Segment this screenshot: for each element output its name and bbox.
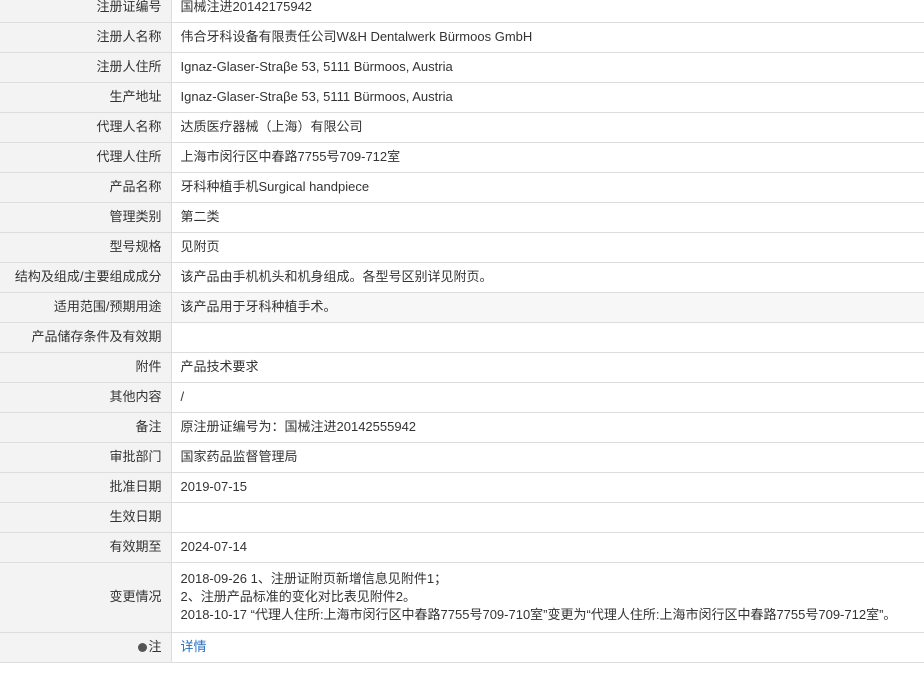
row-value: 达质医疗器械（上海）有限公司: [171, 112, 924, 143]
table-row: 注册人住所 Ignaz-Glaser-Straβe 53, 5111 Bürmo…: [0, 52, 924, 83]
table-row: 注册人名称 伟合牙科设备有限责任公司W&H Dentalwerk Bürmoos…: [0, 22, 924, 53]
row-label: 结构及组成/主要组成成分: [0, 262, 172, 293]
row-label: 管理类别: [0, 202, 172, 233]
row-value: 伟合牙科设备有限责任公司W&H Dentalwerk Bürmoos GmbH: [171, 22, 924, 53]
table-row: 结构及组成/主要组成成分 该产品由手机机头和机身组成。各型号区别详见附页。: [0, 262, 924, 293]
row-label: 代理人住所: [0, 142, 172, 173]
table-row: 附件 产品技术要求: [0, 352, 924, 383]
row-label: 注册人名称: [0, 22, 172, 53]
row-value: /: [171, 382, 924, 413]
row-value: Ignaz-Glaser-Straβe 53, 5111 Bürmoos, Au…: [171, 82, 924, 113]
row-value: 该产品由手机机头和机身组成。各型号区别详见附页。: [171, 262, 924, 293]
row-value: [171, 502, 924, 533]
row-value: 第二类: [171, 202, 924, 233]
row-label: 生效日期: [0, 502, 172, 533]
row-value: 2024-07-14: [171, 532, 924, 563]
row-value: [171, 322, 924, 353]
row-label: 有效期至: [0, 532, 172, 563]
registration-detail-table: 注册证编号 国械注进20142175942 注册人名称 伟合牙科设备有限责任公司…: [0, 0, 924, 663]
row-label: 型号规格: [0, 232, 172, 263]
row-value: 国械注进20142175942: [171, 0, 924, 23]
row-label: 变更情况: [0, 562, 172, 633]
row-label: 生产地址: [0, 82, 172, 113]
row-label: 其他内容: [0, 382, 172, 413]
row-value: 该产品用于牙科种植手术。: [171, 292, 924, 323]
note-label: 注: [148, 639, 162, 654]
row-label: 批准日期: [0, 472, 172, 503]
row-value: 上海市闵行区中春路7755号709-712室: [171, 142, 924, 173]
table-row: 其他内容 /: [0, 382, 924, 413]
row-label: 适用范围/预期用途: [0, 292, 172, 323]
table-row: 注册证编号 国械注进20142175942: [0, 0, 924, 23]
table-row: 代理人名称 达质医疗器械（上海）有限公司: [0, 112, 924, 143]
info-icon: [138, 643, 148, 652]
row-label: 备注: [0, 412, 172, 443]
table-row: 产品储存条件及有效期: [0, 322, 924, 353]
table-row: 产品名称 牙科种植手机Surgical handpiece: [0, 172, 924, 203]
change-history-value: 2018-09-26 1、注册证附页新增信息见附件1； 2、注册产品标准的变化对…: [171, 562, 924, 633]
table-row: 有效期至 2024-07-14: [0, 532, 924, 563]
table-row: 管理类别 第二类: [0, 202, 924, 233]
table-row: 批准日期 2019-07-15: [0, 472, 924, 503]
row-value: 原注册证编号为：国械注进20142555942: [171, 412, 924, 443]
note-value: 详情: [171, 632, 924, 663]
note-row: 注 详情: [0, 632, 924, 663]
table-row: 代理人住所 上海市闵行区中春路7755号709-712室: [0, 142, 924, 173]
change-history-row: 变更情况 2018-09-26 1、注册证附页新增信息见附件1； 2、注册产品标…: [0, 562, 924, 633]
row-label: 产品名称: [0, 172, 172, 203]
change-line: 2018-10-17 “代理人住所:上海市闵行区中春路7755号709-710室…: [180, 607, 897, 622]
table-row: 生效日期: [0, 502, 924, 533]
row-label: 注册证编号: [0, 0, 172, 23]
row-value: 2019-07-15: [171, 472, 924, 503]
row-label: 审批部门: [0, 442, 172, 473]
details-link[interactable]: 详情: [181, 639, 207, 654]
row-label: 附件: [0, 352, 172, 383]
table-row: 备注 原注册证编号为：国械注进20142555942: [0, 412, 924, 443]
table-row-hovered: 适用范围/预期用途 该产品用于牙科种植手术。: [0, 292, 924, 323]
row-value: 见附页: [171, 232, 924, 263]
row-value: 产品技术要求: [171, 352, 924, 383]
row-value: 国家药品监督管理局: [171, 442, 924, 473]
note-label-cell: 注: [0, 632, 172, 663]
row-label: 注册人住所: [0, 52, 172, 83]
table-row: 型号规格 见附页: [0, 232, 924, 263]
table-row: 审批部门 国家药品监督管理局: [0, 442, 924, 473]
row-value: 牙科种植手机Surgical handpiece: [171, 172, 924, 203]
row-value: Ignaz-Glaser-Straβe 53, 5111 Bürmoos, Au…: [171, 52, 924, 83]
change-line: 2018-09-26 1、注册证附页新增信息见附件1；: [180, 571, 448, 586]
row-label: 产品储存条件及有效期: [0, 322, 172, 353]
change-line: 2、注册产品标准的变化对比表见附件2。: [180, 589, 416, 604]
table-row: 生产地址 Ignaz-Glaser-Straβe 53, 5111 Bürmoo…: [0, 82, 924, 113]
row-label: 代理人名称: [0, 112, 172, 143]
